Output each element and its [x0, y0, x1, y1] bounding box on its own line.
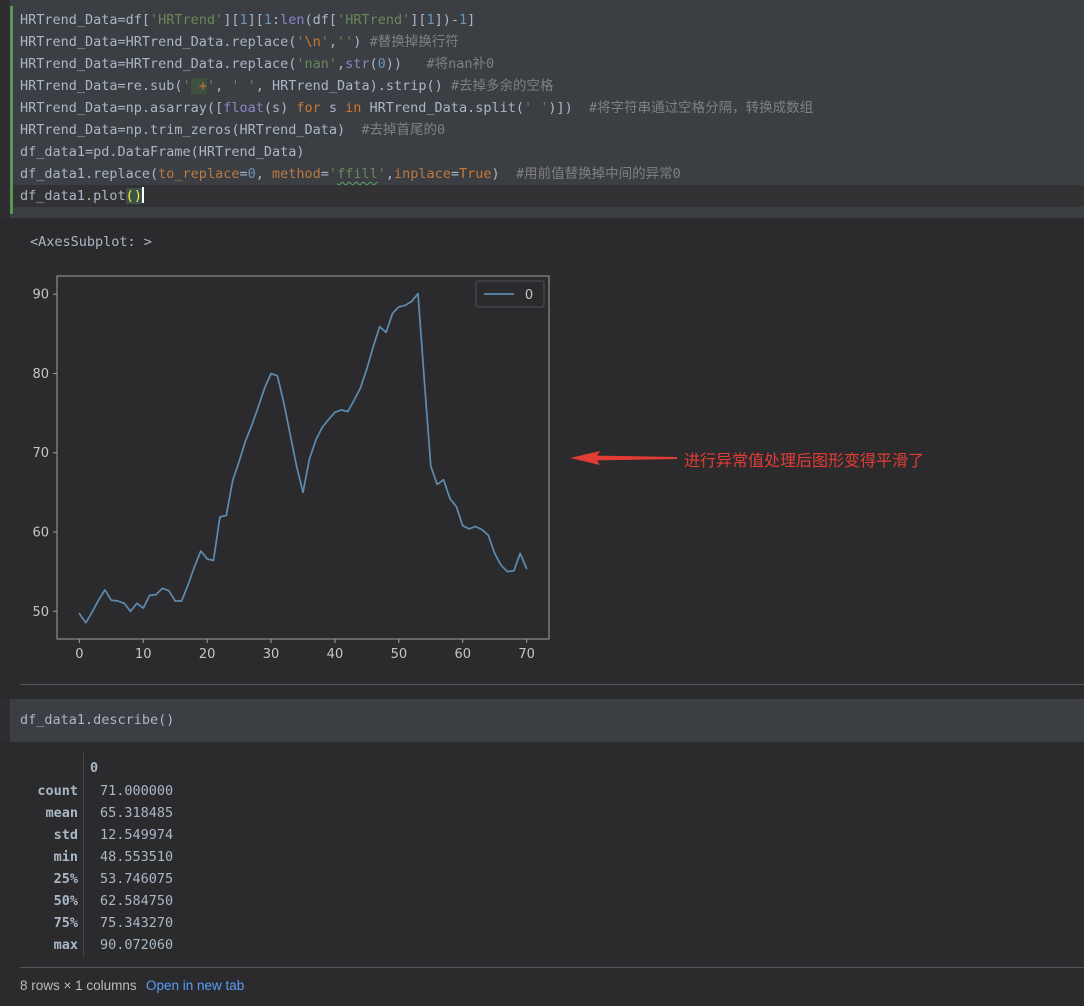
open-in-new-tab-link[interactable]: Open in new tab	[146, 978, 244, 993]
y-tick-label: 50	[32, 605, 49, 620]
dataframe-shape-label: 8 rows × 1 columns	[20, 978, 137, 993]
y-tick-label: 60	[32, 526, 49, 541]
describe-code[interactable]: df_data1.describe()	[20, 712, 174, 728]
cell-gutter	[0, 0, 10, 218]
red-arrow-icon	[570, 449, 678, 467]
row-label: max	[0, 934, 78, 956]
cell-divider	[20, 684, 1084, 685]
dataframe-output: 0 count 71.000000 mean 65.318485 std 12.54997…	[0, 742, 1084, 967]
legend-label: 0	[525, 288, 533, 303]
series-line	[79, 294, 526, 623]
x-tick-label: 40	[327, 647, 344, 662]
row-value: 12.549974	[100, 824, 173, 846]
row-value: 90.072060	[100, 934, 173, 956]
code-line[interactable]: HRTrend_Data=HRTrend_Data.replace('nan',…	[20, 53, 813, 75]
plot-output-area: <AxesSubplot: > 0 10 20 30 40 50 60 70 50 60 70 80 9…	[0, 218, 1084, 683]
code-line[interactable]: HRTrend_Data=df['HRTrend'][1][1:len(df['…	[20, 9, 813, 31]
code-line[interactable]: HRTrend_Data=np.trim_zeros(HRTrend_Data)…	[20, 119, 813, 141]
code-line[interactable]: HRTrend_Data=np.asarray([float(s) for s …	[20, 97, 813, 119]
notebook-page: HRTrend_Data=df['HRTrend'][1][1:len(df['…	[0, 0, 1084, 1006]
selected-cell-indicator	[10, 6, 13, 214]
x-tick-label: 10	[135, 647, 152, 662]
annotation-text: 进行异常值处理后图形变得平滑了	[684, 447, 924, 471]
row-label: 75%	[0, 912, 78, 934]
row-value: 75.343270	[100, 912, 173, 934]
code-line[interactable]: df_data1=pd.DataFrame(HRTrend_Data)	[20, 141, 813, 163]
x-tick-label: 70	[518, 647, 535, 662]
x-tick-label: 20	[199, 647, 216, 662]
row-value: 53.746075	[100, 868, 173, 890]
y-tick-label: 90	[32, 288, 49, 303]
row-value: 48.553510	[100, 846, 173, 868]
code-line[interactable]: HRTrend_Data=re.sub(' +', ' ', HRTrend_D…	[20, 75, 813, 97]
row-label: 25%	[0, 868, 78, 890]
code-cell-1[interactable]: HRTrend_Data=df['HRTrend'][1][1:len(df['…	[0, 0, 1084, 218]
line-chart-output: 0 10 20 30 40 50 60 70 50 60 70 80 90 0	[30, 270, 560, 670]
row-label: 50%	[0, 890, 78, 912]
code-line[interactable]: HRTrend_Data=HRTrend_Data.replace('\n','…	[20, 31, 813, 53]
cell-gutter	[0, 699, 10, 742]
code-line[interactable]: df_data1.plot()	[20, 185, 813, 207]
y-tick-label: 70	[32, 446, 49, 461]
table-column-separator	[83, 753, 84, 956]
row-label: std	[0, 824, 78, 846]
row-label: mean	[0, 802, 78, 824]
code-lines[interactable]: HRTrend_Data=df['HRTrend'][1][1:len(df['…	[20, 9, 813, 207]
table-column-header: 0	[90, 757, 98, 779]
row-value: 71.000000	[100, 780, 173, 802]
plot-frame	[57, 276, 549, 639]
x-tick-label: 60	[454, 647, 471, 662]
x-tick-label: 50	[391, 647, 408, 662]
code-line[interactable]: df_data1.replace(to_replace=0, method='f…	[20, 163, 813, 185]
row-value: 65.318485	[100, 802, 173, 824]
x-tick-label: 30	[263, 647, 280, 662]
dataframe-footer: 8 rows × 1 columns Open in new tab	[0, 968, 1084, 1006]
y-tick-label: 80	[32, 367, 49, 382]
row-value: 62.584750	[100, 890, 173, 912]
axes-repr-text: <AxesSubplot: >	[30, 234, 152, 250]
row-label: count	[0, 780, 78, 802]
row-label: min	[0, 846, 78, 868]
x-tick-label: 0	[75, 647, 83, 662]
code-cell-2[interactable]: df_data1.describe()	[0, 699, 1084, 742]
